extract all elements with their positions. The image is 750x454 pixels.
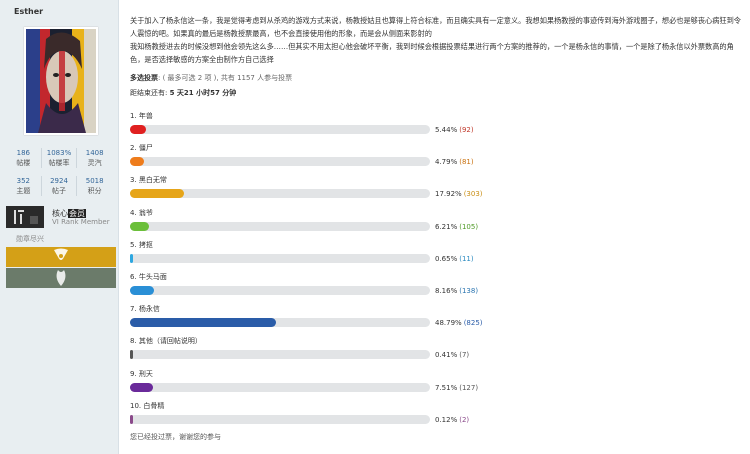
stat-label: 帖子 [52, 187, 66, 195]
poll-option-result: 0.12% (2) [435, 416, 469, 424]
poll-option-result: 5.44% (92) [435, 126, 474, 134]
medal-banner-grey[interactable] [6, 268, 116, 288]
poll-option-bar-fill [130, 414, 133, 424]
poll-option-percent: 0.12% [435, 415, 458, 424]
poll-option-percent: 0.65% [435, 254, 458, 263]
rank-badge: 会员 [68, 209, 86, 218]
rank-prefix: 核心 [52, 209, 68, 218]
stat-points[interactable]: 5018 积分 [77, 176, 112, 196]
stat-label: 积分 [87, 187, 102, 195]
poll-option-bar-fill [130, 125, 147, 134]
countdown-value: 5 天21 小时57 分钟 [169, 89, 237, 97]
poll-option-count: (7) [459, 351, 470, 360]
poll-option-bar-fill [130, 221, 149, 231]
stat-value: 352 [16, 177, 31, 185]
poll-option-label: 4. 翁爷 [130, 208, 153, 217]
stat-energy[interactable]: 1408 灵汽 [77, 148, 112, 168]
stat-label: 帖楼 [16, 159, 31, 167]
poll-option-count: (2) [459, 415, 470, 424]
stat-posts[interactable]: 2924 帖子 [42, 176, 78, 196]
stat-topics[interactable]: 352 主题 [6, 176, 42, 196]
poll-option-bar-track [130, 125, 430, 134]
poll-countdown: 距结束还有: 5 天21 小时57 分钟 [130, 88, 236, 98]
rank-box: 核心会员 VI Rank Member [6, 206, 114, 228]
avatar[interactable] [24, 27, 98, 135]
stat-value: 2924 [50, 177, 68, 185]
poll-option-bar-track [130, 350, 430, 360]
poll-option-bar-track [130, 414, 430, 424]
stat-label: 主题 [16, 187, 31, 195]
stat-thread-rate[interactable]: 1083% 帖楼率 [42, 148, 78, 168]
poll-option-percent: 48.79% [435, 319, 462, 328]
poll-option-label: 3. 黑白无常 [130, 176, 167, 185]
poll-option-bar-track [130, 253, 430, 263]
poll-option-bar-track [130, 221, 430, 231]
poll-option-bar-fill [130, 350, 133, 360]
poll-option-bar-track [130, 382, 430, 392]
poll-option-label: 6. 牛头马面 [130, 273, 167, 281]
username[interactable]: Esther [14, 7, 43, 16]
rank-emblem-icon [6, 206, 44, 228]
countdown-label: 距结束还有: [130, 89, 170, 97]
poll-option-bar-fill [130, 318, 277, 328]
poll-option-count: (92) [459, 126, 474, 134]
medal-banner-gold[interactable] [6, 247, 116, 267]
poll-option-count: (11) [459, 254, 474, 263]
poll-option-result: 4.79% (81) [435, 158, 474, 166]
poll-option-result: 17.92% (303) [435, 190, 483, 198]
poll-option-count: (138) [459, 287, 479, 295]
poll-option-percent: 6.21% [435, 222, 458, 231]
poll-option-bar-fill [130, 189, 184, 199]
poll-option-label: 10. 白骨精 [130, 401, 165, 410]
stat-label: 灵汽 [87, 159, 102, 167]
rank-subtitle: VI Rank Member [52, 218, 110, 226]
poll-option-result: 0.41% (7) [435, 351, 469, 359]
post-text: 关于加入了杨永信这一条，我是觉得考虑到从杀鸡的游戏方式来说，杨教授姑且也算得上符… [130, 16, 741, 64]
poll-option-label: 8. 其他（请回帖说明） [130, 337, 202, 346]
poll-option-bar-fill [130, 157, 145, 167]
poll-option-label: 7. 杨永信 [130, 305, 160, 314]
poll-option-result: 8.16% (138) [435, 287, 478, 295]
poll-option-result: 48.79% (825) [435, 319, 483, 327]
poll-option-result: 0.65% (11) [435, 255, 474, 263]
poll-voted-note: 您已经投过票，谢谢您的参与 [130, 433, 221, 441]
poll-option-label: 9. 刑天 [130, 369, 153, 378]
poll-option-percent: 8.16% [435, 287, 458, 295]
poll-option-percent: 17.92% [435, 190, 462, 199]
poll-option-percent: 0.41% [435, 351, 458, 360]
poll-option-bar-fill [130, 286, 155, 295]
poll-option-label: 2. 僵尸 [130, 144, 153, 153]
stats-row-2: 352 主题 2924 帖子 5018 积分 [6, 176, 112, 196]
poll-option-percent: 5.44% [435, 126, 458, 134]
poll-option-bar-track [130, 318, 430, 328]
poll-option-result: 6.21% (105) [435, 223, 478, 231]
poll-option-label: 1. 年兽 [130, 112, 153, 120]
poll-option-bar-track [130, 157, 430, 167]
poll-option-count: (105) [459, 222, 479, 231]
stat-label: 帖楼率 [48, 159, 70, 167]
poll-option-count: (825) [463, 319, 483, 328]
poll-option-bar-fill [130, 253, 133, 263]
stat-value: 5018 [85, 177, 104, 185]
stat-threads[interactable]: 186 帖楼 [6, 148, 42, 168]
poll-type: 多选投票: ( 最多可选 2 项 ), 共有 1157 人参与投票 [130, 73, 292, 83]
medal-link[interactable]: 勋章尽兴 [16, 234, 44, 244]
stat-value: 1408 [85, 149, 104, 157]
poll-option-count: (127) [459, 383, 479, 392]
stat-value: 186 [16, 149, 31, 157]
poll-option-percent: 4.79% [435, 158, 458, 167]
stat-value: 1083% [46, 149, 72, 157]
poll-option-percent: 7.51% [435, 383, 458, 392]
stats-row-1: 186 帖楼 1083% 帖楼率 1408 灵汽 [6, 148, 112, 168]
poll-option-bar-track [130, 286, 430, 295]
poll-option-count: (81) [459, 158, 474, 167]
poll-option-result: 7.51% (127) [435, 384, 478, 392]
poll-type-label: 多选投票 [130, 74, 158, 82]
poll-option-bar-fill [130, 382, 153, 392]
poll-option-bar-track [130, 189, 430, 199]
poll-option-count: (303) [463, 190, 483, 199]
poll-option-label: 5. 拷抠 [130, 240, 153, 249]
user-sidebar: Esther 186 帖楼 1083% 帖楼率 1408 灵汽 352 主题 2… [0, 0, 119, 454]
poll-type-detail: : ( 最多可选 2 项 ), 共有 1157 人参与投票 [158, 74, 293, 82]
